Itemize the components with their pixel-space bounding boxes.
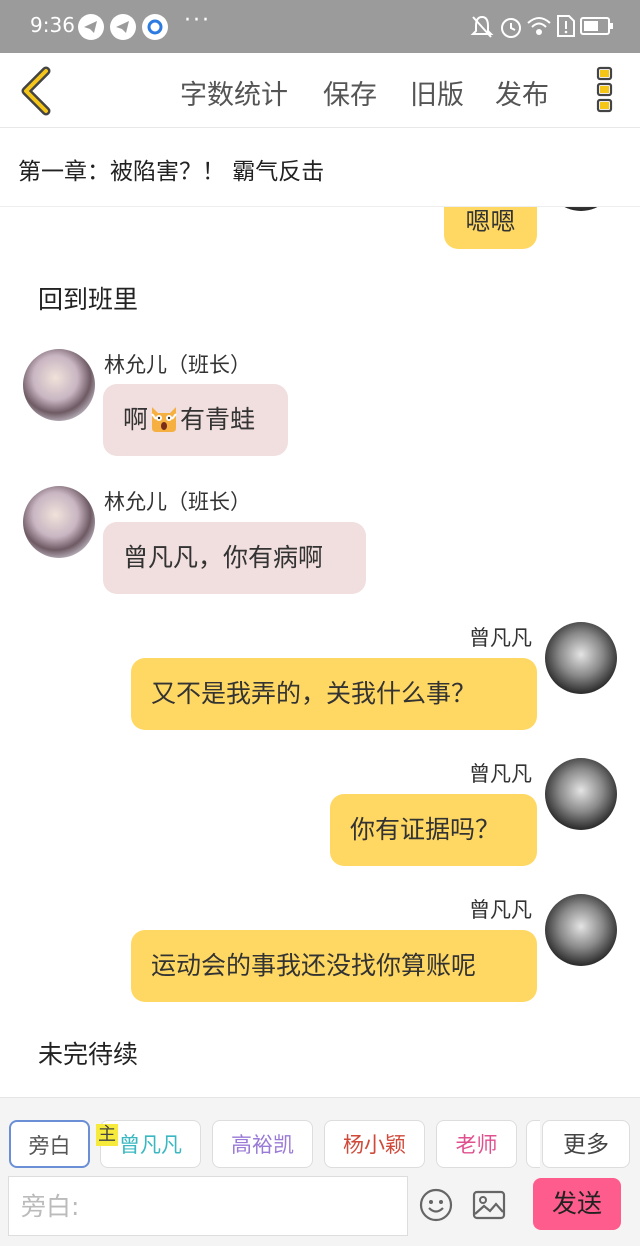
old-version-button[interactable]: 旧版 [410,73,464,112]
narration-text[interactable]: 回到班里 [38,280,138,316]
save-button[interactable]: 保存 [323,73,377,112]
role-narrator-chip[interactable]: 旁白 [9,1120,90,1168]
chapter-title: 第一章：被陷害？！ 霸气反击 [18,159,325,185]
character-name: 林允儿（班长） [104,353,251,377]
battery-icon [580,14,614,42]
role-chip-gaoyukai[interactable]: 高裕凯 [212,1120,313,1168]
story-content[interactable]: 嗯嗯 回到班里 林允儿（班长） 啊有青蛙 林允儿（班长） 曾凡凡，你有病啊 曾凡… [0,207,640,1097]
avatar[interactable] [23,486,95,558]
status-bar: 9:36 ··· [0,0,640,53]
mute-icon [470,14,494,44]
image-icon[interactable] [472,1190,506,1224]
back-button[interactable] [18,65,58,117]
main-role-badge: 主 [96,1124,118,1146]
circle-app-icon [142,14,168,40]
publish-button[interactable]: 发布 [495,73,549,112]
alarm-icon [499,14,523,44]
sim-alert-icon [556,14,576,42]
character-name: 曾凡凡 [469,626,532,650]
message-bubble[interactable]: 运动会的事我还没找你算账呢 [131,930,537,1002]
send-button[interactable]: 发送 [533,1178,621,1230]
more-roles-button[interactable]: 更多 [542,1120,630,1168]
narration-text[interactable]: 未完待续 [38,1035,138,1071]
word-count-button[interactable]: 字数统计 [180,73,288,112]
message-bubble[interactable]: 曾凡凡，你有病啊 [103,522,366,594]
character-name: 林允儿（班长） [104,490,251,514]
role-chip-partial[interactable] [526,1120,540,1168]
wifi-icon [526,14,552,42]
editor-header: 字数统计 保存 旧版 发布 [0,53,640,128]
dialogue-input-box[interactable] [8,1176,408,1236]
telegram-icon [110,14,136,40]
screaming-cat-icon [148,390,180,432]
avatar[interactable] [545,894,617,966]
message-bubble[interactable]: 又不是我弄的，关我什么事？ [131,658,537,730]
avatar[interactable] [23,349,95,421]
emoji-icon[interactable] [419,1188,453,1226]
more-notifications-icon: ··· [184,8,211,33]
role-chip-yangxiaoying[interactable]: 杨小颖 [324,1120,425,1168]
chevron-left-icon [21,66,51,116]
message-bubble[interactable]: 你有证据吗？ [330,794,537,866]
chapter-title-bar[interactable]: 第一章：被陷害？！ 霸气反击 [0,128,640,207]
avatar[interactable] [545,207,617,211]
telegram-icon [78,14,104,40]
dialogue-input[interactable] [19,1177,403,1235]
message-bubble[interactable]: 啊有青蛙 [103,384,288,456]
message-bubble[interactable]: 嗯嗯 [444,207,537,249]
character-name: 曾凡凡 [469,762,532,786]
editor-bottom-bar: 旁白 曾凡凡 主 高裕凯 杨小颖 老师 更多 发送 [0,1097,640,1246]
avatar[interactable] [545,758,617,830]
avatar[interactable] [545,622,617,694]
menu-icon[interactable] [596,66,614,114]
character-name: 曾凡凡 [469,898,532,922]
role-chip-teacher[interactable]: 老师 [436,1120,517,1168]
status-time: 9:36 [30,13,75,37]
